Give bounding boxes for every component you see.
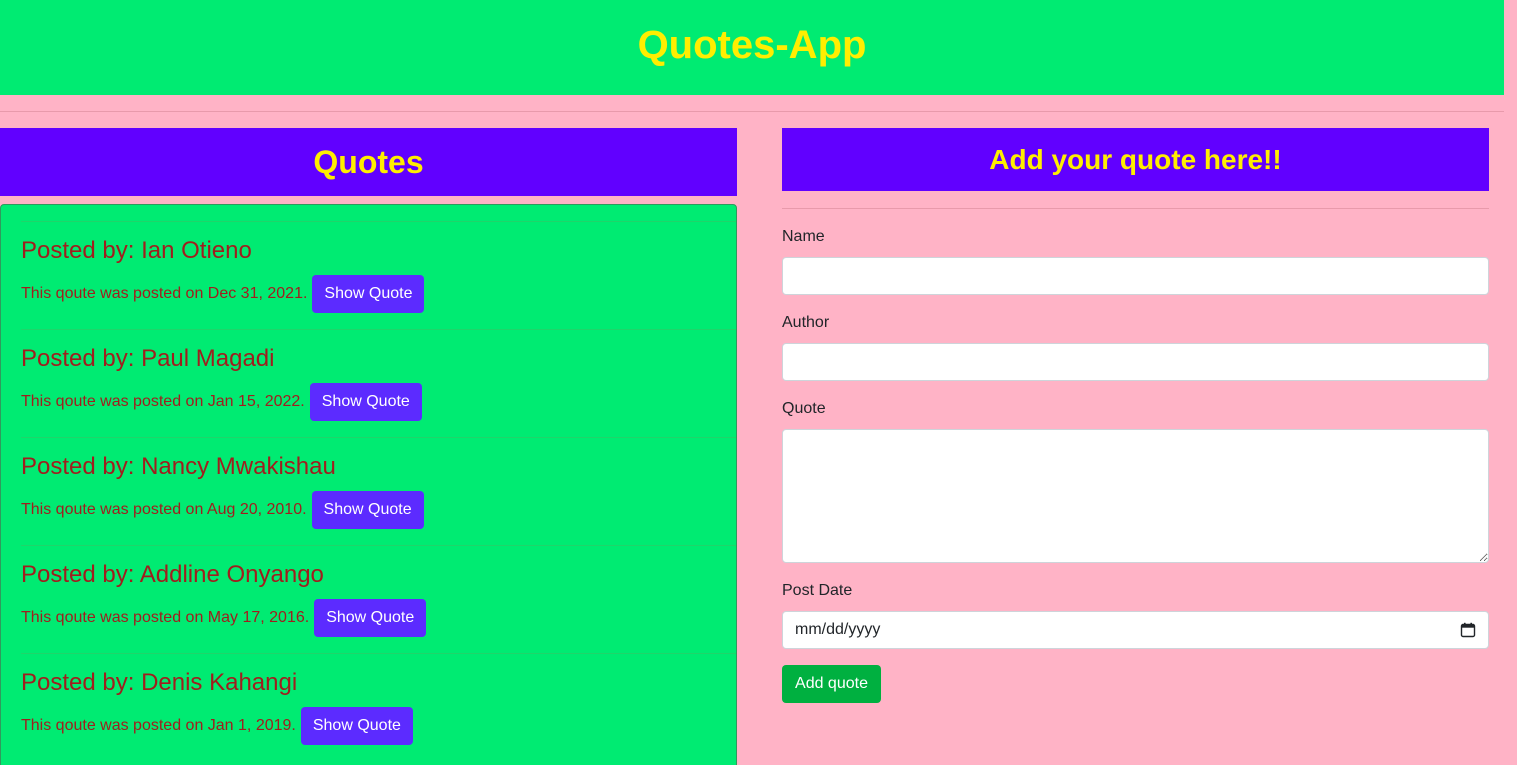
quote-textarea[interactable]: [782, 429, 1489, 563]
quote-item: Posted by: Denis Kahangi This qoute was …: [21, 653, 736, 745]
quote-author: Posted by: Paul Magadi: [21, 345, 275, 372]
form-divider: [782, 208, 1489, 209]
add-quote-button[interactable]: Add quote: [782, 665, 881, 703]
quote-date: This qoute was posted on Aug 20, 2010.: [21, 501, 307, 518]
calendar-icon[interactable]: [1460, 622, 1476, 638]
show-quote-button[interactable]: Show Quote: [311, 491, 424, 529]
quotes-heading: Quotes: [313, 143, 424, 180]
form-heading: Add your quote here!!: [989, 143, 1282, 175]
quote-meta: This qoute was posted on Jan 1, 2019. Sh…: [21, 707, 413, 745]
quote-author: Posted by: Addline Onyango: [21, 561, 324, 588]
name-label: Name: [782, 228, 825, 245]
show-quote-button[interactable]: Show Quote: [309, 383, 422, 421]
show-quote-button[interactable]: Show Quote: [314, 599, 427, 637]
quote-author: Posted by: Denis Kahangi: [21, 669, 298, 696]
quote-meta: This qoute was posted on Dec 31, 2021. S…: [21, 275, 425, 313]
quote-date: This qoute was posted on Jan 15, 2022.: [21, 393, 305, 410]
show-quote-button[interactable]: Show Quote: [312, 275, 425, 313]
header-divider: [0, 111, 1504, 112]
quotes-list: Posted by: Ian Otieno This qoute was pos…: [0, 204, 737, 765]
quote-meta: This qoute was posted on May 17, 2016. S…: [21, 599, 427, 637]
page-background: Quotes-App Quotes Posted by: Ian Otieno …: [0, 0, 1504, 765]
quote-item: Posted by: Nancy Mwakishau This qoute wa…: [21, 437, 736, 529]
form-panel-header: Add your quote here!!: [782, 128, 1489, 191]
quote-author: Posted by: Ian Otieno: [21, 237, 252, 264]
quotes-panel-header: Quotes: [0, 128, 737, 196]
post-date-label: Post Date: [782, 582, 853, 599]
author-label: Author: [782, 314, 830, 331]
quote-item: Posted by: Ian Otieno This qoute was pos…: [21, 221, 736, 313]
quote-author: Posted by: Nancy Mwakishau: [21, 453, 336, 480]
quote-item: Posted by: Addline Onyango This qoute wa…: [21, 545, 736, 637]
post-date-input[interactable]: mm/dd/yyyy: [782, 611, 1489, 649]
quote-label: Quote: [782, 400, 826, 417]
app-title: Quotes-App: [637, 23, 867, 67]
author-input[interactable]: [782, 343, 1489, 381]
show-quote-button[interactable]: Show Quote: [300, 707, 413, 745]
quote-date: This qoute was posted on Jan 1, 2019.: [21, 717, 296, 734]
app-header: Quotes-App: [0, 0, 1504, 95]
quote-date: This qoute was posted on Dec 31, 2021.: [21, 285, 308, 302]
window-edge: [1504, 0, 1520, 765]
quote-meta: This qoute was posted on Jan 15, 2022. S…: [21, 383, 422, 421]
date-placeholder: mm/dd/yyyy: [795, 621, 881, 638]
quote-item: Posted by: Paul Magadi This qoute was po…: [21, 329, 736, 421]
quote-meta: This qoute was posted on Aug 20, 2010. S…: [21, 491, 424, 529]
name-input[interactable]: [782, 257, 1489, 295]
quote-date: This qoute was posted on May 17, 2016.: [21, 609, 310, 626]
